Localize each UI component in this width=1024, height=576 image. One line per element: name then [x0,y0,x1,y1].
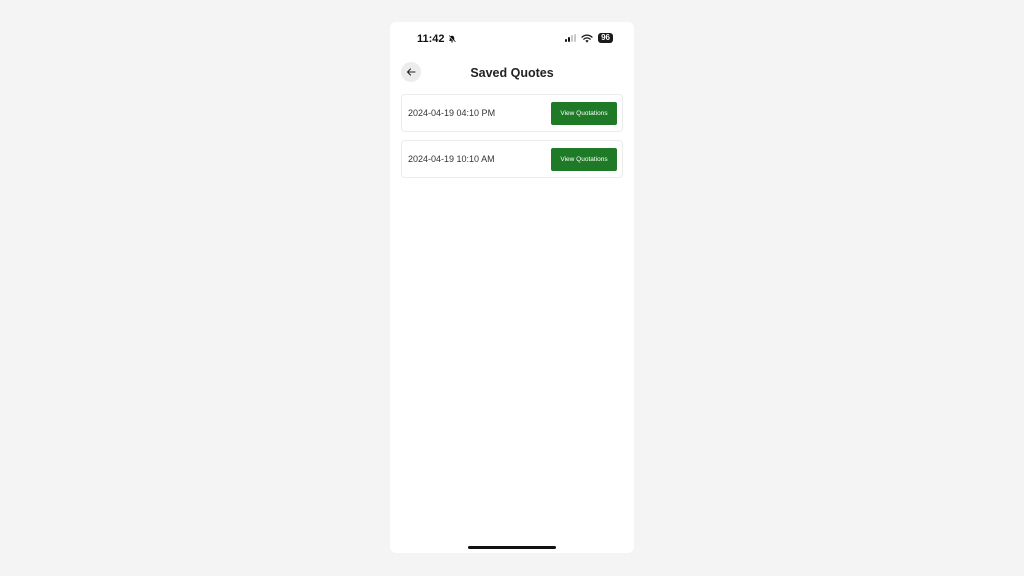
quote-list: 2024-04-19 04:10 PM View Quotations 2024… [401,94,623,186]
view-quotations-button[interactable]: View Quotations [551,147,617,171]
quote-card: 2024-04-19 04:10 PM View Quotations [401,94,623,132]
quote-date: 2024-04-19 04:10 PM [408,108,496,118]
status-bar: 11:42 96 [390,22,634,56]
status-time-text: 11:42 [417,33,445,45]
home-indicator [468,546,556,549]
signal-icon [565,34,577,42]
phone-screen: 11:42 96 Saved Quotes 2024-04-19 04:10 P… [390,22,634,553]
wifi-icon [581,33,593,43]
view-quotations-button[interactable]: View Quotations [551,101,617,125]
header: Saved Quotes [390,60,634,88]
quote-card: 2024-04-19 10:10 AM View Quotations [401,140,623,178]
battery-badge: 96 [598,33,613,43]
quote-date: 2024-04-19 10:10 AM [408,154,495,164]
page-title: Saved Quotes [470,66,554,80]
bell-slash-icon [447,35,456,43]
status-indicators: 96 [565,33,613,43]
status-time: 11:42 [417,33,456,45]
